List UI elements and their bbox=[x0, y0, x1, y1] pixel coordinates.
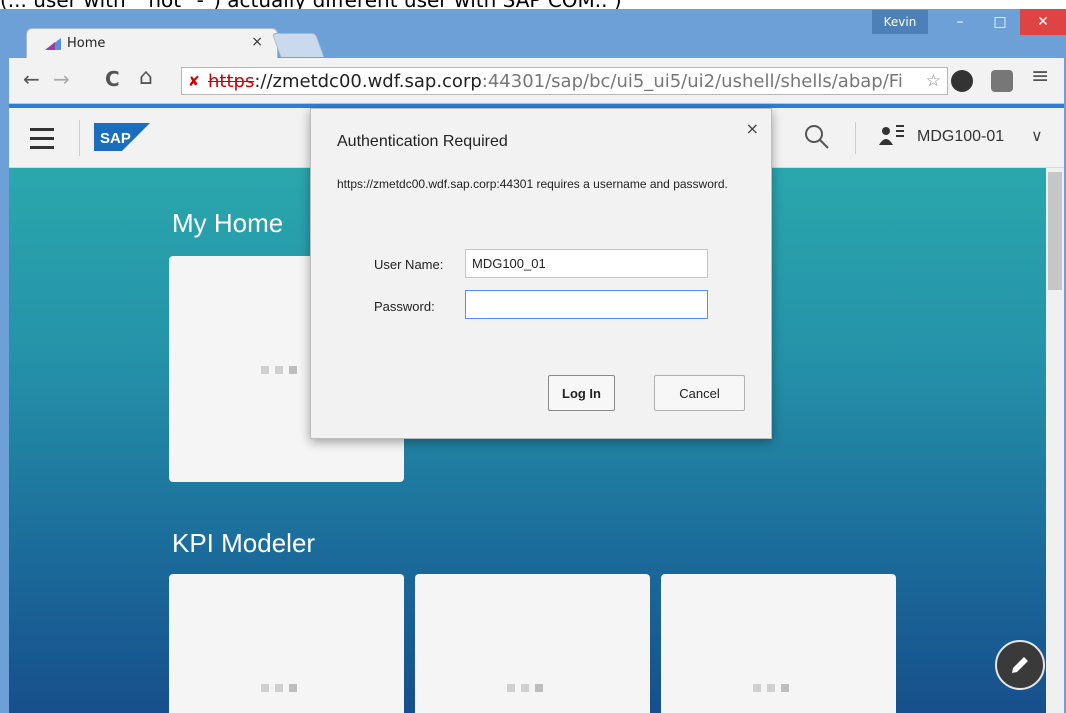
chrome-menu-icon[interactable]: ≡ bbox=[1031, 64, 1049, 89]
loading-indicator bbox=[753, 684, 789, 692]
dialog-title: Authentication Required bbox=[337, 133, 508, 150]
window-controls: – □ ✕ bbox=[940, 9, 1066, 39]
header-divider bbox=[79, 120, 80, 156]
tile-loading[interactable] bbox=[169, 574, 404, 713]
user-name[interactable]: MDG100-01 bbox=[917, 128, 1004, 146]
extension-e-icon[interactable] bbox=[951, 70, 973, 92]
back-arrow-icon[interactable]: ← bbox=[23, 67, 40, 91]
password-label: Password: bbox=[374, 299, 435, 314]
extension-square-icon[interactable] bbox=[991, 70, 1013, 92]
username-label: User Name: bbox=[374, 257, 444, 272]
group-title-kpi-modeler: KPI Modeler bbox=[172, 528, 316, 558]
tile-loading[interactable] bbox=[415, 574, 650, 713]
cancel-button[interactable]: Cancel bbox=[654, 375, 745, 411]
minimize-button[interactable]: – bbox=[940, 9, 980, 35]
address-bar[interactable]: ✘ https://zmetdc00.wdf.sap.corp:44301/sa… bbox=[181, 67, 948, 95]
search-icon[interactable] bbox=[804, 124, 830, 150]
loading-indicator bbox=[507, 684, 543, 692]
bookmark-star-icon[interactable]: ☆ bbox=[926, 71, 941, 91]
group-title-my-home: My Home bbox=[172, 208, 284, 238]
tile-loading[interactable] bbox=[661, 574, 896, 713]
hamburger-menu-icon[interactable] bbox=[30, 128, 54, 149]
edit-pencil-button[interactable] bbox=[995, 640, 1045, 690]
log-in-button[interactable]: Log In bbox=[548, 375, 615, 411]
browser-toolbar: ← → C ⌂ ✘ https://zmetdc00.wdf.sap.corp:… bbox=[9, 58, 1064, 104]
dialog-close-icon[interactable]: × bbox=[746, 119, 759, 138]
user-icon[interactable] bbox=[879, 123, 905, 145]
username-field[interactable] bbox=[465, 249, 708, 278]
maximize-button[interactable]: □ bbox=[980, 9, 1020, 35]
insecure-lock-icon: ✘ bbox=[188, 74, 200, 90]
sap-favicon-icon bbox=[45, 38, 61, 50]
sap-logo[interactable]: SAP bbox=[94, 123, 150, 151]
forward-arrow-icon[interactable]: → bbox=[53, 67, 70, 91]
url-host: ://zmetdc00.wdf.sap.corp bbox=[254, 71, 482, 92]
url-path: :44301/sap/bc/ui5_ui5/ui2/ushell/shells/… bbox=[481, 71, 903, 92]
loading-indicator bbox=[261, 684, 297, 692]
close-window-button[interactable]: ✕ bbox=[1020, 9, 1066, 35]
url-scheme: https bbox=[208, 71, 255, 92]
chevron-down-icon[interactable]: ∨ bbox=[1031, 126, 1043, 145]
new-tab-button[interactable] bbox=[271, 33, 325, 57]
scrollbar-thumb[interactable] bbox=[1048, 172, 1062, 290]
home-icon[interactable]: ⌂ bbox=[139, 65, 153, 90]
pencil-icon bbox=[1012, 657, 1028, 673]
loading-indicator bbox=[261, 366, 297, 374]
tab-title: Home bbox=[67, 36, 106, 51]
header-divider-right bbox=[855, 122, 856, 154]
reload-icon[interactable]: C bbox=[105, 67, 120, 91]
tab-close-icon[interactable]: × bbox=[251, 34, 263, 50]
url-text: https://zmetdc00.wdf.sap.corp:44301/sap/… bbox=[208, 71, 908, 92]
tab-home[interactable]: Home × bbox=[26, 28, 278, 58]
auth-dialog: Authentication Required × https://zmetdc… bbox=[310, 108, 772, 439]
password-field[interactable] bbox=[465, 290, 708, 319]
dialog-message: https://zmetdc00.wdf.sap.corp:44301 requ… bbox=[337, 177, 728, 191]
profile-badge[interactable]: Kevin bbox=[872, 10, 928, 34]
sap-logo-text: SAP bbox=[100, 130, 131, 147]
